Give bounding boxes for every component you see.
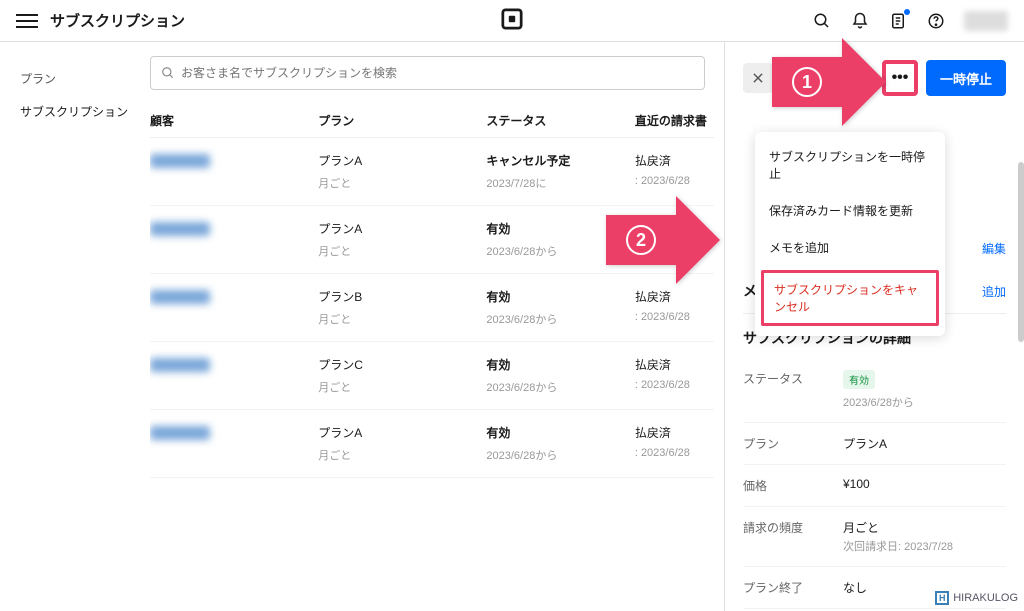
col-customer: 顧客 (150, 112, 318, 129)
subscription-detail: サブスクリプションの詳細 ステータス 有効2023/6/28から プラン プラン… (743, 328, 1006, 611)
table-header: 顧客 プラン ステータス 直近の請求書 (150, 104, 714, 138)
detail-actions: ••• 一時停止 (882, 60, 1006, 96)
invoice-date: : 2023/6/28 (635, 379, 714, 391)
annotation-arrow-2: 2 (606, 196, 720, 284)
menu-pause[interactable]: サブスクリプションを一時停止 (755, 138, 945, 192)
kv-plan: プラン プランA (743, 423, 1006, 465)
search-field[interactable] (181, 66, 694, 80)
status: 有効 (486, 288, 634, 305)
table-row[interactable]: プランB 月ごと 有効 2023/6/28から 払戻済 : 2023/6/28 (150, 274, 714, 342)
header-right (812, 11, 1008, 31)
menu-cancel-subscription[interactable]: サブスクリプションをキャンセル (761, 270, 939, 326)
add-memo-link[interactable]: 追加 (982, 283, 1006, 300)
invoice-status: 払戻済 (635, 424, 714, 441)
table-row[interactable]: プランC 月ごと 有効 2023/6/28から 払戻済 : 2023/6/28 (150, 342, 714, 410)
status-date: 2023/6/28から (486, 379, 634, 395)
plan-cycle: 月ごと (318, 311, 486, 327)
kv-plan-val: プランA (843, 435, 1006, 452)
page-title: サブスクリプション (50, 10, 185, 31)
invoice-status: 払戻済 (635, 288, 714, 305)
square-logo (501, 8, 523, 33)
plan-name: プランB (318, 288, 486, 305)
menu-update-card[interactable]: 保存済みカード情報を更新 (755, 192, 945, 229)
status-badge: 有効 (843, 370, 875, 389)
kv-price-label: 価格 (743, 477, 843, 494)
customer-name (150, 290, 210, 304)
kv-price: 価格 ¥100 (743, 465, 1006, 507)
kv-plan-label: プラン (743, 435, 843, 452)
status-sub: 2023/6/28から (843, 394, 1006, 410)
invoice-status: 払戻済 (635, 152, 714, 169)
kv-end-label: プラン終了 (743, 579, 843, 596)
kv-freq-label: 請求の頻度 (743, 519, 843, 554)
more-dropdown: サブスクリプションを一時停止 保存済みカード情報を更新 メモを追加 サブスクリプ… (755, 132, 945, 336)
status: キャンセル予定 (486, 152, 634, 169)
status: 有効 (486, 424, 634, 441)
invoice-date: : 2023/6/28 (635, 447, 714, 459)
kv-status-label: ステータス (743, 370, 843, 410)
status-date: 2023/7/28に (486, 175, 634, 191)
customer-name (150, 426, 210, 440)
invoice-status: 払戻済 (635, 356, 714, 373)
main-content: 顧客 プラン ステータス 直近の請求書 プランA 月ごと キャンセル予定 2023/… (150, 42, 724, 611)
header-left: サブスクリプション (16, 10, 185, 32)
col-plan: プラン (318, 112, 486, 129)
kv-freq-val: 月ごと (843, 519, 1006, 536)
plan-cycle: 月ごと (318, 243, 486, 259)
close-icon (751, 71, 765, 85)
app-header: サブスクリプション (0, 0, 1024, 42)
clipboard-icon[interactable] (888, 11, 908, 31)
kv-frequency: 請求の頻度 月ごと次回請求日: 2023/7/28 (743, 507, 1006, 567)
detail-panel: ••• 一時停止 サブスクリプションを一時停止 保存済みカード情報を更新 メモを… (724, 42, 1024, 611)
watermark-text: HIRAKULOG (953, 592, 1018, 604)
col-status: ステータス (486, 112, 634, 129)
search-icon[interactable] (812, 11, 832, 31)
plan-cycle: 月ごと (318, 379, 486, 395)
more-button[interactable]: ••• (882, 60, 918, 96)
search-icon (161, 66, 175, 80)
search-input[interactable] (150, 56, 705, 90)
plan-cycle: 月ごと (318, 447, 486, 463)
annotation-num-2: 2 (626, 225, 656, 255)
kv-status: ステータス 有効 2023/6/28から (743, 358, 1006, 423)
plan-name: プランA (318, 424, 486, 441)
menu-icon[interactable] (16, 10, 38, 32)
sidebar-item-plan[interactable]: プラン (20, 62, 150, 95)
watermark-icon: H (935, 591, 949, 605)
edit-link[interactable]: 編集 (982, 240, 1006, 257)
invoice-date: : 2023/6/28 (635, 175, 714, 187)
help-icon[interactable] (926, 11, 946, 31)
plan-cycle: 月ごと (318, 175, 486, 191)
plan-name: プランC (318, 356, 486, 373)
pause-button[interactable]: 一時停止 (926, 60, 1006, 96)
notification-dot (904, 9, 910, 15)
annotation-arrow-1: 1 (772, 38, 886, 126)
watermark: H HIRAKULOG (935, 591, 1018, 605)
plan-name: プランA (318, 220, 486, 237)
status-date: 2023/6/28から (486, 311, 634, 327)
subscriptions-table: 顧客 プラン ステータス 直近の請求書 プランA 月ごと キャンセル予定 2023/… (150, 104, 714, 478)
invoice-date: : 2023/6/28 (635, 311, 714, 323)
col-invoice: 直近の請求書 (635, 112, 714, 129)
customer-name (150, 222, 210, 236)
annotation-num-1: 1 (792, 67, 822, 97)
scrollbar[interactable] (1018, 162, 1024, 342)
user-menu[interactable] (964, 11, 1008, 31)
kv-price-val: ¥100 (843, 477, 1006, 494)
customer-name (150, 154, 210, 168)
status-date: 2023/6/28から (486, 447, 634, 463)
plan-name: プランA (318, 152, 486, 169)
bell-icon[interactable] (850, 11, 870, 31)
close-button[interactable] (743, 63, 773, 93)
customer-name (150, 358, 210, 372)
table-row[interactable]: プランA 月ごと 有効 2023/6/28から 払戻済 : 2023/6/28 (150, 410, 714, 478)
sidebar-item-subscription[interactable]: サブスクリプション (20, 95, 150, 128)
status: 有効 (486, 356, 634, 373)
kv-freq-sub: 次回請求日: 2023/7/28 (843, 538, 1006, 554)
sidebar: プラン サブスクリプション (0, 42, 150, 611)
menu-add-note[interactable]: メモを追加 (755, 229, 945, 266)
